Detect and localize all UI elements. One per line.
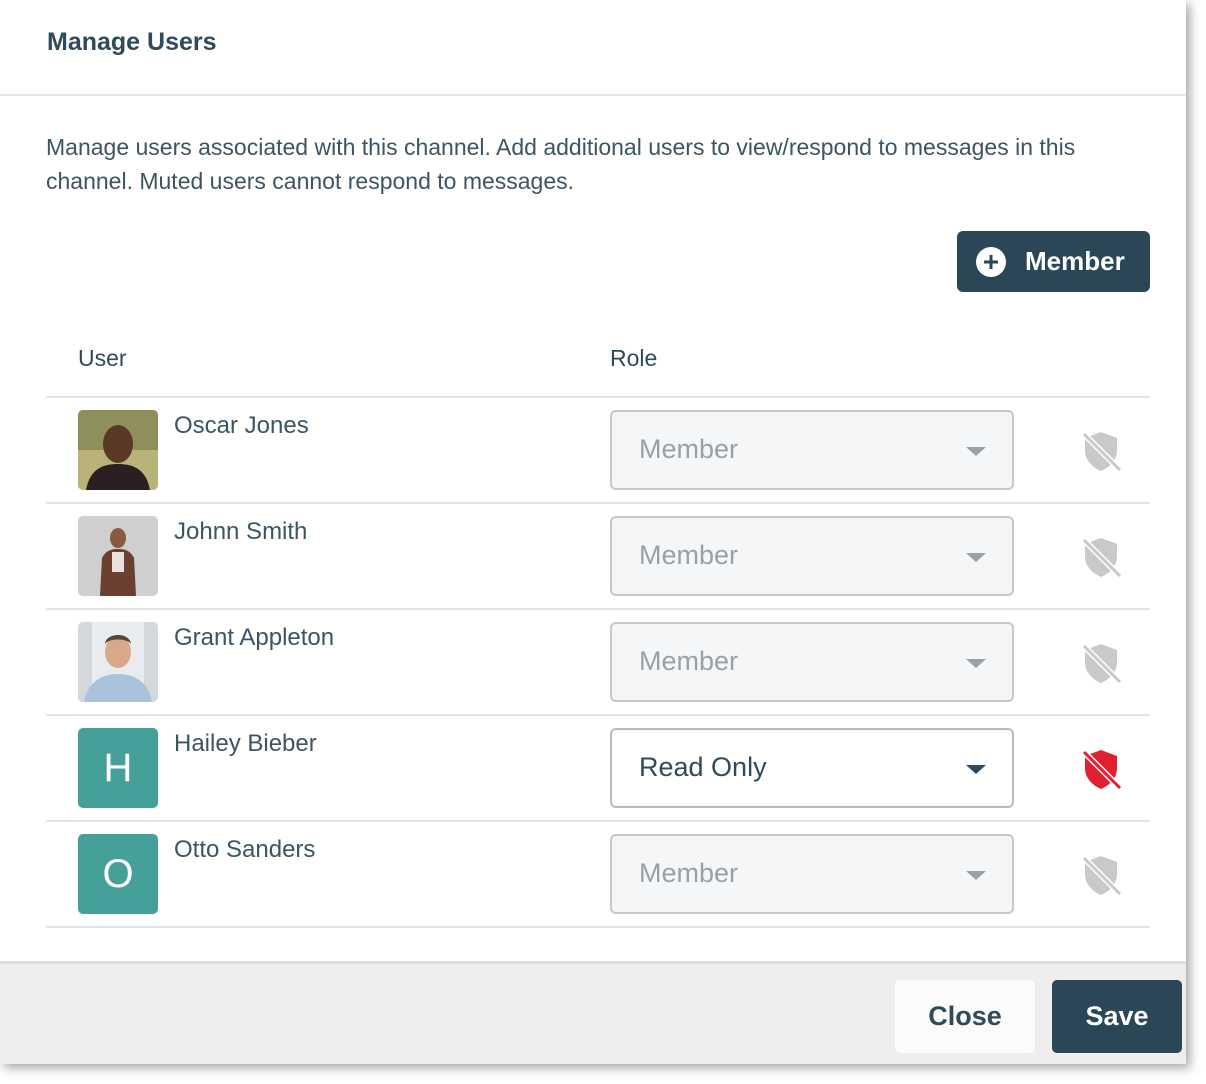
- table-row: Grant Appleton Member: [46, 608, 1150, 714]
- user-name: Oscar Jones: [174, 412, 309, 439]
- avatar: H: [78, 728, 158, 808]
- role-select[interactable]: Member: [610, 834, 1014, 914]
- mute-shield-icon[interactable]: [1078, 428, 1124, 474]
- role-select[interactable]: Read Only: [610, 728, 1014, 808]
- role-select-value: Member: [639, 434, 739, 464]
- users-table: Oscar Jones Member Johnn Smith Member Gr…: [46, 396, 1150, 928]
- table-row: H Hailey Bieber Read Only: [46, 714, 1150, 820]
- role-select[interactable]: Member: [610, 622, 1014, 702]
- role-select[interactable]: Member: [610, 410, 1014, 490]
- avatar: O: [78, 834, 158, 914]
- mute-shield-icon[interactable]: [1078, 852, 1124, 898]
- mute-shield-icon[interactable]: [1078, 534, 1124, 580]
- chevron-down-icon: [966, 447, 986, 456]
- dialog-footer: Close Save: [0, 961, 1186, 1064]
- role-select[interactable]: Member: [610, 516, 1014, 596]
- table-row: O Otto Sanders Member: [46, 820, 1150, 928]
- avatar: [78, 622, 158, 702]
- dialog-title: Manage Users: [47, 28, 217, 56]
- chevron-down-icon: [966, 553, 986, 562]
- manage-users-dialog: Manage Users Manage users associated wit…: [0, 0, 1186, 1064]
- add-member-label: Member: [1025, 246, 1125, 276]
- user-name: Johnn Smith: [174, 518, 308, 545]
- role-select-value: Member: [639, 540, 739, 570]
- add-member-button[interactable]: Member: [957, 231, 1150, 292]
- mute-shield-icon[interactable]: [1078, 746, 1124, 792]
- avatar: [78, 410, 158, 490]
- dialog-description: Manage users associated with this channe…: [46, 134, 1076, 194]
- chevron-down-icon: [966, 871, 986, 880]
- user-name: Grant Appleton: [174, 624, 335, 651]
- table-row: Johnn Smith Member: [46, 502, 1150, 608]
- dialog-header: Manage Users: [0, 0, 1186, 96]
- chevron-down-icon: [966, 765, 986, 774]
- role-select-value: Member: [639, 858, 739, 888]
- plus-circle-icon: [976, 247, 1006, 277]
- mute-shield-icon[interactable]: [1078, 640, 1124, 686]
- column-header-role: Role: [610, 345, 658, 371]
- avatar: [78, 516, 158, 596]
- role-select-value: Member: [639, 646, 739, 676]
- save-button[interactable]: Save: [1052, 980, 1182, 1053]
- user-name: Otto Sanders: [174, 836, 316, 863]
- close-button[interactable]: Close: [895, 980, 1035, 1053]
- role-select-value: Read Only: [639, 752, 767, 782]
- table-row: Oscar Jones Member: [46, 396, 1150, 502]
- user-name: Hailey Bieber: [174, 730, 317, 757]
- chevron-down-icon: [966, 659, 986, 668]
- column-header-user: User: [78, 345, 127, 371]
